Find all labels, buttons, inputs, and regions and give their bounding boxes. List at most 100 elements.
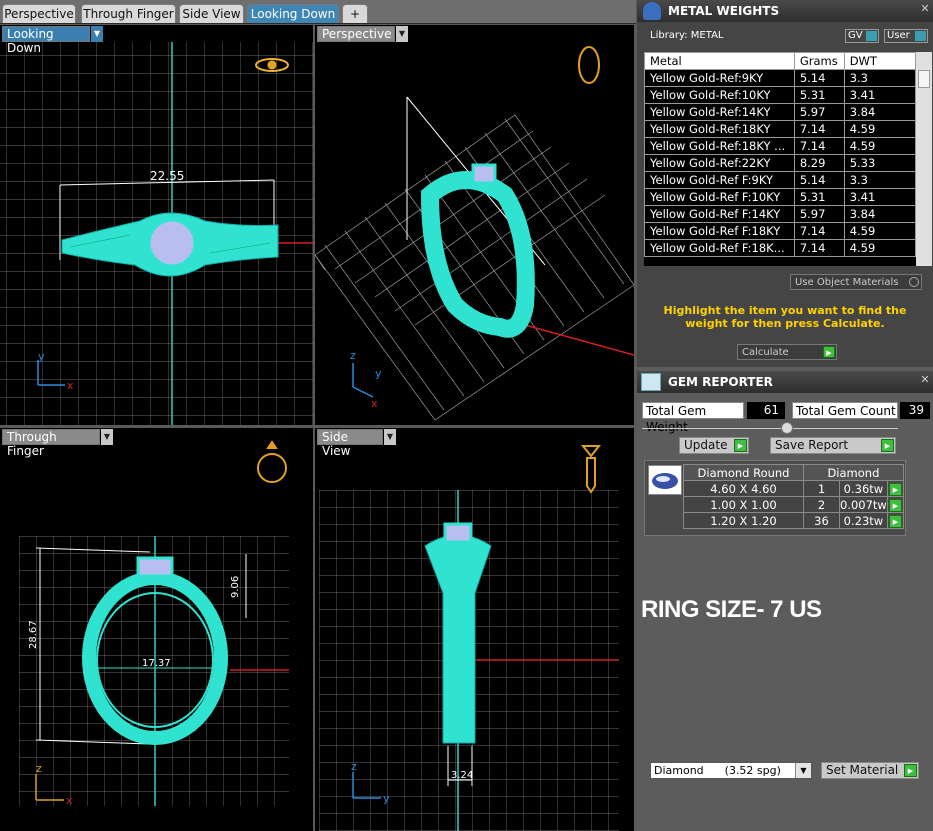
total-gem-weight-label: Total Gem Weight (642, 402, 744, 434)
table-scrollbar[interactable] (916, 52, 932, 266)
gv-toggle[interactable]: GV (845, 29, 879, 43)
table-row[interactable]: Yellow Gold-Ref F:9KY 5.14 3.3 (644, 171, 917, 189)
tab-through-finger[interactable]: Through Finger (81, 4, 176, 23)
chevron-down-icon[interactable]: ▼ (101, 429, 113, 445)
add-tab-button[interactable]: + (342, 4, 368, 23)
gem-table: Diamond Round Diamond 4.60 X 4.60 1 0.36tw… (683, 464, 904, 529)
gem-reporter-header[interactable]: GEM REPORTER ✕ (637, 371, 933, 393)
play-arrow-icon: ▶ (888, 499, 902, 512)
chevron-down-icon[interactable]: ▼ (384, 429, 396, 445)
slider-handle[interactable] (781, 422, 793, 434)
table-cell: Yellow Gold-Ref:10KY (644, 86, 795, 104)
table-row[interactable]: Yellow Gold-Ref F:10KY 5.31 3.41 (644, 188, 917, 206)
viewport-label-through-finger[interactable]: Through Finger (2, 429, 100, 458)
column-header-dwt[interactable]: DWT (843, 52, 917, 70)
table-cell: 5.97 (793, 205, 845, 223)
table-row[interactable]: Yellow Gold-Ref:9KY 5.14 3.3 (644, 69, 917, 87)
column-header-shape: Diamond Round (683, 464, 804, 481)
viewport-side-view[interactable]: 3.24 z y Side View ▼ (315, 428, 634, 831)
scrollbar-thumb[interactable] (918, 70, 930, 88)
table-cell: 3.3 (843, 69, 917, 87)
save-report-button[interactable]: Save Report ▶ (770, 437, 896, 454)
tab-perspective[interactable]: Perspective (2, 4, 76, 23)
chevron-down-icon[interactable]: ▼ (396, 26, 408, 42)
total-gem-count-label: Total Gem Count (792, 402, 898, 419)
table-row[interactable]: Yellow Gold-Ref:10KY 5.31 3.41 (644, 86, 917, 104)
table-row[interactable]: 4.60 X 4.60 1 0.36tw ▶ (683, 480, 904, 497)
divider (642, 428, 898, 429)
close-icon[interactable]: ✕ (919, 374, 931, 386)
tab-side-view[interactable]: Side View (179, 4, 244, 23)
user-toggle[interactable]: User (884, 29, 928, 43)
update-button[interactable]: Update ▶ (679, 437, 749, 454)
table-cell: 8.29 (793, 154, 845, 172)
through-finger-canvas: 28.67 9.06 17.37 z x (19, 440, 289, 807)
row-detail-button[interactable]: ▶ (886, 496, 904, 513)
row-detail-button[interactable]: ▶ (886, 512, 904, 529)
width-dimension: 22.55 (150, 169, 184, 183)
ring-size-label: RING SIZE- 7 US (641, 596, 822, 623)
axis-label-x: x (371, 397, 378, 410)
chevron-down-icon[interactable]: ▼ (795, 763, 811, 778)
calculate-button[interactable]: Calculate ▶ (737, 344, 837, 360)
set-material-button[interactable]: Set Material ▶ (821, 762, 919, 779)
axis-label-z: z (350, 349, 356, 362)
table-cell: 5.31 (793, 86, 845, 104)
table-row[interactable]: Yellow Gold-Ref:22KY 8.29 5.33 (644, 154, 917, 172)
table-cell: 5.14 (793, 69, 845, 87)
total-gem-count-value: 39 (900, 402, 930, 419)
metal-weights-header[interactable]: METAL WEIGHTS ✕ (637, 0, 933, 22)
viewport-label-perspective[interactable]: Perspective (317, 26, 395, 42)
use-object-materials-checkbox[interactable]: Use Object Materials (790, 274, 922, 290)
table-cell: 3.3 (843, 171, 917, 189)
calculate-label: Calculate (742, 347, 789, 358)
viewport-label-side-view[interactable]: Side View (317, 429, 383, 458)
table-cell: 0.36tw (839, 480, 888, 497)
close-icon[interactable]: ✕ (919, 3, 931, 15)
axis-label-y: y (38, 350, 45, 363)
viewport-label-looking-down[interactable]: Looking Down (2, 26, 90, 55)
table-row[interactable]: 1.20 X 1.20 36 0.23tw ▶ (683, 512, 904, 529)
height-dimension: 28.67 (28, 620, 39, 649)
viewport-tab-bar: Perspective Through Finger Side View Loo… (0, 0, 636, 24)
tab-looking-down[interactable]: Looking Down (247, 4, 339, 23)
table-cell: 7.14 (793, 120, 845, 138)
table-row[interactable]: Yellow Gold-Ref F:18K... 7.14 4.59 (644, 239, 917, 257)
material-select[interactable]: Diamond (3.52 spg) ▼ (650, 762, 812, 779)
user-label: User (887, 30, 910, 41)
column-header-metal[interactable]: Metal (644, 52, 795, 70)
table-cell: 3.41 (843, 86, 917, 104)
metal-weights-body: Library: METAL GV User Metal Grams DWT Y… (637, 22, 933, 367)
table-cell: Yellow Gold-Ref F:18K... (644, 239, 795, 257)
total-gem-weight-value: 61 (747, 402, 785, 419)
table-row[interactable]: Yellow Gold-Ref F:14KY 5.97 3.84 (644, 205, 917, 223)
toggle-icon (915, 31, 926, 41)
set-material-label: Set Material (826, 763, 899, 777)
viewport-looking-down[interactable]: 22.55 y x Looking Down ▼ (0, 25, 313, 425)
row-detail-button[interactable]: ▶ (886, 480, 904, 497)
metal-weights-title: METAL WEIGHTS (668, 4, 780, 18)
table-row[interactable]: Yellow Gold-Ref F:18KY 7.14 4.59 (644, 222, 917, 240)
table-row[interactable]: 1.00 X 1.00 2 0.007tw ▶ (683, 496, 904, 513)
column-header-grams[interactable]: Grams (793, 52, 845, 70)
table-cell: 1.20 X 1.20 (683, 512, 804, 529)
viewport-perspective[interactable]: z y x Perspective ▼ (315, 25, 634, 425)
table-cell: 4.59 (843, 239, 917, 257)
play-arrow-icon: ▶ (734, 439, 747, 452)
table-header-row: Diamond Round Diamond (683, 464, 904, 481)
table-cell: 3.84 (843, 205, 917, 223)
table-row[interactable]: Yellow Gold-Ref:18KY 7.14 4.59 (644, 120, 917, 138)
viewport-through-finger[interactable]: 28.67 9.06 17.37 z x Through Finger ▼ (0, 428, 313, 831)
chevron-down-icon[interactable]: ▼ (91, 26, 103, 42)
table-row[interactable]: Yellow Gold-Ref:14KY 5.97 3.84 (644, 103, 917, 121)
gem-reporter-title: GEM REPORTER (668, 375, 773, 389)
table-cell: Yellow Gold-Ref:18KY (644, 120, 795, 138)
axis-label-z: z (351, 760, 357, 773)
gem-thumbnail[interactable] (648, 465, 682, 495)
calculate-hint: Highlight the item you want to find the … (663, 304, 907, 330)
table-cell: 7.14 (793, 239, 845, 257)
table-cell: 4.60 X 4.60 (683, 480, 804, 497)
table-row[interactable]: Yellow Gold-Ref:18KY ... 7.14 4.59 (644, 137, 917, 155)
metal-weights-table-container[interactable]: Metal Grams DWT Yellow Gold-Ref:9KY 5.14 3… (644, 52, 932, 266)
inner-width-dimension: 17.37 (142, 658, 171, 669)
